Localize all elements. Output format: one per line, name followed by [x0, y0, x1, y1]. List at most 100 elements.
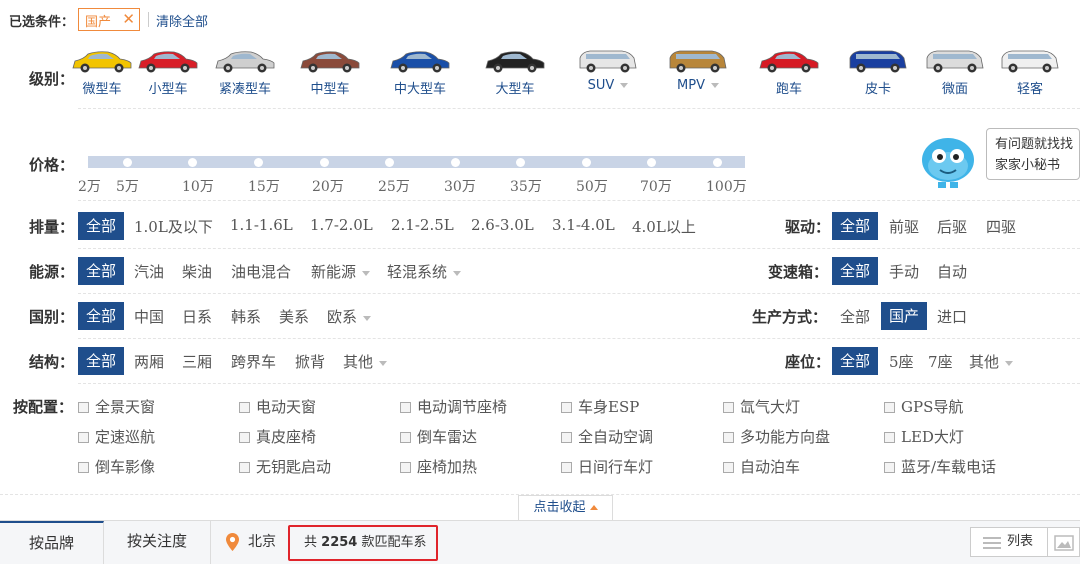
- config-checkbox[interactable]: 电动调节座椅: [400, 396, 507, 417]
- slider-stop[interactable]: [647, 158, 656, 167]
- config-checkbox[interactable]: 倒车雷达: [400, 426, 477, 447]
- config-checkbox-label: 车身ESP: [578, 398, 640, 416]
- config-checkbox[interactable]: 真皮座椅: [239, 426, 316, 447]
- config-checkbox[interactable]: 氙气大灯: [723, 396, 800, 417]
- country-option[interactable]: 日系: [182, 306, 212, 327]
- level-option[interactable]: SUV: [568, 48, 648, 93]
- level-option[interactable]: MPV: [658, 48, 738, 93]
- config-checkbox[interactable]: 电动天窗: [239, 396, 316, 417]
- gearbox-option[interactable]: 全部: [832, 257, 879, 285]
- displacement-option[interactable]: 1.7-2.0L: [310, 216, 373, 234]
- drive-option[interactable]: 全部: [832, 212, 879, 240]
- config-checkbox[interactable]: GPS导航: [884, 396, 963, 417]
- car-icon: [300, 51, 360, 73]
- country-option[interactable]: 全部: [78, 302, 125, 330]
- config-checkbox[interactable]: 车身ESP: [561, 396, 639, 417]
- config-checkbox[interactable]: 座椅加热: [400, 456, 477, 477]
- clear-all-link[interactable]: 清除全部: [156, 11, 208, 30]
- structure-option[interactable]: 两厢: [134, 351, 164, 372]
- config-checkbox[interactable]: LED大灯: [884, 426, 964, 447]
- config-checkbox-label: 全自动空调: [578, 428, 654, 446]
- slider-stop[interactable]: [123, 158, 132, 167]
- tab-by-brand[interactable]: 按品牌: [0, 521, 104, 564]
- helper-bubble[interactable]: 有问题就找找家家小秘书: [986, 128, 1080, 180]
- config-checkbox[interactable]: 无钥匙启动: [239, 456, 331, 477]
- displacement-option[interactable]: 3.1-4.0L: [552, 216, 615, 234]
- displacement-option[interactable]: 2.1-2.5L: [391, 216, 454, 234]
- drive-option[interactable]: 后驱: [937, 216, 967, 237]
- slider-stop[interactable]: [188, 158, 197, 167]
- level-option[interactable]: 中大型车: [380, 48, 460, 97]
- config-checkbox[interactable]: 全景天窗: [78, 396, 155, 417]
- country-option[interactable]: 美系: [279, 306, 309, 327]
- slider-stop[interactable]: [582, 158, 591, 167]
- structure-option[interactable]: 跨界车: [231, 351, 276, 372]
- slider-stop[interactable]: [516, 158, 525, 167]
- energy-option[interactable]: 油电混合: [231, 261, 291, 282]
- level-option-label: 中型车: [310, 82, 350, 97]
- gearbox-option[interactable]: 手动: [889, 261, 919, 282]
- level-option[interactable]: 轻客: [990, 48, 1070, 97]
- structure-option[interactable]: 掀背: [295, 351, 325, 372]
- price-tick-label: 30万: [444, 179, 476, 195]
- energy-option[interactable]: 新能源: [311, 261, 371, 282]
- gearbox-option[interactable]: 自动: [937, 261, 967, 282]
- level-option[interactable]: 中型车: [290, 48, 370, 97]
- config-checkbox[interactable]: 日间行车灯: [561, 456, 653, 477]
- level-option[interactable]: 跑车: [749, 48, 829, 97]
- structure-option[interactable]: 三厢: [182, 351, 212, 372]
- displacement-option[interactable]: 2.6-3.0L: [471, 216, 534, 234]
- energy-option[interactable]: 轻混系统: [387, 261, 462, 282]
- displacement-option[interactable]: 4.0L以上: [632, 216, 696, 237]
- seats-option[interactable]: 5座: [889, 351, 914, 372]
- close-icon[interactable]: ✕: [122, 10, 135, 28]
- displacement-option[interactable]: 1.0L及以下: [134, 216, 213, 237]
- displacement-option[interactable]: 1.1-1.6L: [230, 216, 293, 234]
- slider-stop[interactable]: [254, 158, 263, 167]
- checkbox-icon: [884, 402, 895, 413]
- config-checkbox[interactable]: 多功能方向盘: [723, 426, 830, 447]
- country-option[interactable]: 韩系: [231, 306, 261, 327]
- location-pin-icon[interactable]: [226, 533, 239, 551]
- slider-stop[interactable]: [451, 158, 460, 167]
- country-option[interactable]: 中国: [134, 306, 164, 327]
- level-option[interactable]: 微面: [915, 48, 995, 97]
- divider: [78, 248, 1080, 249]
- helper-mascot-icon[interactable]: [918, 132, 978, 190]
- level-option[interactable]: 紧凑型车: [205, 48, 285, 97]
- level-option[interactable]: 大型车: [475, 48, 555, 97]
- list-view-button[interactable]: 列表: [970, 527, 1048, 557]
- structure-option[interactable]: 全部: [78, 347, 125, 375]
- country-option[interactable]: 欧系: [327, 306, 372, 327]
- city-selector[interactable]: 北京: [248, 531, 276, 551]
- energy-option[interactable]: 全部: [78, 257, 125, 285]
- slider-stop[interactable]: [385, 158, 394, 167]
- tab-by-attention[interactable]: 按关注度: [104, 521, 211, 564]
- level-option[interactable]: 皮卡: [838, 48, 918, 97]
- level-option[interactable]: 小型车: [128, 48, 208, 97]
- config-checkbox[interactable]: 倒车影像: [78, 456, 155, 477]
- structure-option[interactable]: 其他: [343, 351, 388, 372]
- production-option[interactable]: 进口: [937, 306, 967, 327]
- drive-option[interactable]: 前驱: [889, 216, 919, 237]
- slider-stop[interactable]: [713, 158, 722, 167]
- production-option[interactable]: 国产: [881, 302, 928, 330]
- slider-stop[interactable]: [320, 158, 329, 167]
- image-view-button[interactable]: [1048, 527, 1080, 557]
- seats-option[interactable]: 全部: [832, 347, 879, 375]
- config-checkbox[interactable]: 自动泊车: [723, 456, 800, 477]
- production-option[interactable]: 全部: [840, 306, 870, 327]
- energy-option[interactable]: 汽油: [134, 261, 164, 282]
- selected-tag-domestic[interactable]: 国产 ✕: [78, 8, 140, 31]
- config-checkbox[interactable]: 全自动空调: [561, 426, 653, 447]
- energy-option[interactable]: 柴油: [182, 261, 212, 282]
- collapse-button[interactable]: 点击收起: [518, 495, 613, 521]
- config-checkbox[interactable]: 蓝牙/车载电话: [884, 456, 996, 477]
- price-tick-label: 35万: [510, 179, 542, 195]
- config-checkbox-label: 日间行车灯: [578, 458, 654, 476]
- seats-option[interactable]: 7座: [928, 351, 953, 372]
- drive-option[interactable]: 四驱: [986, 216, 1016, 237]
- displacement-option[interactable]: 全部: [78, 212, 125, 240]
- config-checkbox[interactable]: 定速巡航: [78, 426, 155, 447]
- seats-option[interactable]: 其他: [969, 351, 1014, 372]
